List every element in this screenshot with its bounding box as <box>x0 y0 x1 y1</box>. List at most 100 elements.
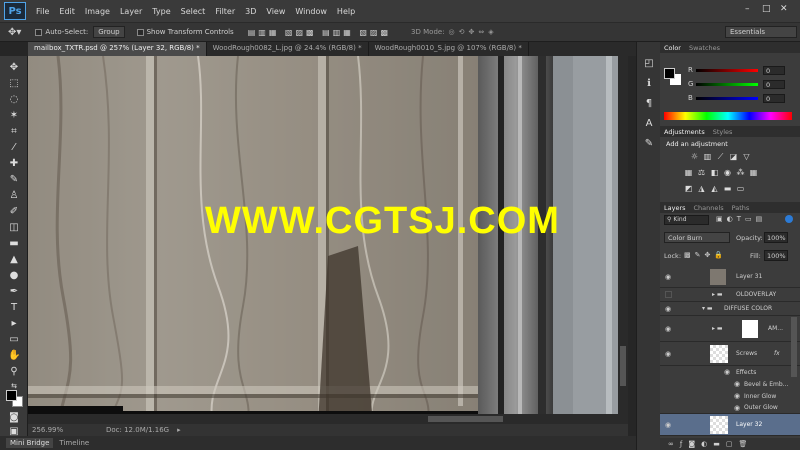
move-tool-icon[interactable]: ✥▾ <box>8 27 21 38</box>
black-white-icon[interactable]: ◧ <box>710 168 719 177</box>
tab-timeline[interactable]: Timeline <box>59 439 89 447</box>
posterize-icon[interactable]: ◮ <box>697 184 706 193</box>
hue-saturation-icon[interactable]: ▦ <box>684 168 693 177</box>
minimize-button[interactable]: – <box>745 4 750 14</box>
new-layer-icon[interactable]: ▢ <box>726 440 739 448</box>
tab-swatches[interactable]: Swatches <box>689 44 720 52</box>
align-icons[interactable]: ▤▥▦ ▧▨▩ ▤▥▦ ▧▨▩ <box>248 28 391 37</box>
magic-wand-tool-icon[interactable]: ✶ <box>8 110 20 122</box>
effect-eye-icon[interactable]: ◉ <box>734 404 740 412</box>
3d-mode-icons[interactable]: ◎⟲✥⇔◈ <box>449 28 498 36</box>
move-tool-icon[interactable]: ✥ <box>8 62 20 74</box>
b-slider[interactable] <box>696 97 758 100</box>
threshold-icon[interactable]: ◭ <box>710 184 719 193</box>
filter-icons[interactable]: ▣◐T▭▤ <box>716 215 766 223</box>
layer-row-screws[interactable]: ◉ Screws fx <box>660 342 800 366</box>
lasso-tool-icon[interactable]: ◌ <box>8 94 20 106</box>
tab-styles[interactable]: Styles <box>713 128 733 136</box>
tab-layers[interactable]: Layers <box>664 204 686 212</box>
layer-row-layer-32[interactable]: ◉ Layer 32 <box>660 414 800 436</box>
color-balance-icon[interactable]: ⚖ <box>697 168 706 177</box>
color-fg-swatch[interactable] <box>664 68 675 79</box>
new-adjustment-icon[interactable]: ◐ <box>701 440 713 448</box>
fx-badge[interactable]: fx <box>774 350 780 357</box>
opacity-value[interactable]: 100% <box>764 232 788 243</box>
b-value[interactable]: 0 <box>763 94 785 103</box>
effect-eye-icon[interactable]: ◉ <box>734 392 740 400</box>
curves-icon[interactable]: ⟋ <box>716 152 725 161</box>
dodge-tool-icon[interactable]: ● <box>8 270 20 282</box>
effect-outer-glow-row[interactable]: ◉ Outer Glow <box>660 402 800 414</box>
tab-channels[interactable]: Channels <box>694 204 724 212</box>
workspace-dropdown[interactable]: Essentials <box>725 26 797 38</box>
layer-row-layer-31[interactable]: ◉ Layer 31 <box>660 266 800 288</box>
menu-view[interactable]: View <box>266 7 285 16</box>
layer-row-diffuse-color[interactable]: ◉ ▾ ▬ DIFFUSE COLOR <box>660 302 800 316</box>
brightness-icon[interactable]: ☼ <box>690 152 699 161</box>
hand-tool-icon[interactable]: ✋ <box>8 350 20 362</box>
exposure-icon[interactable]: ◪ <box>729 152 738 161</box>
tab-paths[interactable]: Paths <box>732 204 750 212</box>
layer-row-oldoverlay[interactable]: ▸ ▬ OLDOVERLAY <box>660 288 800 302</box>
horizontal-scroll-thumb[interactable] <box>428 416 503 422</box>
filter-toggle[interactable] <box>785 215 793 223</box>
selective-color-icon[interactable]: ▬ <box>723 184 732 193</box>
tab-adjustments[interactable]: Adjustments <box>664 128 705 136</box>
visibility-eye-icon[interactable]: ◉ <box>665 350 671 358</box>
visibility-eye-icon[interactable]: ◉ <box>665 273 671 281</box>
fill-value[interactable]: 100% <box>764 250 788 261</box>
visibility-eye-icon[interactable]: ◉ <box>665 325 671 333</box>
maximize-button[interactable]: □ <box>762 4 771 14</box>
channel-mixer-icon[interactable]: ⁂ <box>736 168 745 177</box>
close-button[interactable]: ✕ <box>780 4 788 14</box>
marquee-tool-icon[interactable]: ⬚ <box>8 78 20 90</box>
blur-tool-icon[interactable]: ▲ <box>8 254 20 266</box>
visibility-eye-icon[interactable]: ◉ <box>665 421 671 429</box>
stamp-tool-icon[interactable]: ♙ <box>8 190 20 202</box>
invert-icon[interactable]: ◩ <box>684 184 693 193</box>
zoom-level[interactable]: 256.99% <box>32 426 72 434</box>
r-value[interactable]: 0 <box>763 66 785 75</box>
effect-bevel-row[interactable]: ◉ Bevel & Emb... <box>660 378 800 390</box>
layer-row-am[interactable]: ◉ ▸ ▬ AM... <box>660 316 800 342</box>
menu-edit[interactable]: Edit <box>59 7 75 16</box>
history-panel-icon[interactable]: ◰ <box>643 58 655 70</box>
vibrance-icon[interactable]: ▽ <box>742 152 751 161</box>
g-slider[interactable] <box>696 83 758 86</box>
menu-help[interactable]: Help <box>337 7 355 16</box>
g-value[interactable]: 0 <box>763 80 785 89</box>
paragraph-panel-icon[interactable]: ¶ <box>643 98 655 110</box>
add-mask-icon[interactable]: ◙ <box>688 440 701 448</box>
effect-inner-glow-row[interactable]: ◉ Inner Glow <box>660 390 800 402</box>
horizontal-scrollbar[interactable] <box>28 414 628 424</box>
history-brush-tool-icon[interactable]: ✐ <box>8 206 20 218</box>
photo-filter-icon[interactable]: ◉ <box>723 168 732 177</box>
layers-scrollbar[interactable] <box>791 317 797 377</box>
eyedropper-tool-icon[interactable]: ⁄ <box>8 142 20 154</box>
properties-panel-icon[interactable]: ℹ <box>643 78 655 90</box>
auto-select-checkbox[interactable] <box>35 28 43 36</box>
gradient-tool-icon[interactable]: ▬ <box>8 238 20 250</box>
doc-tab-woodrough0010[interactable]: WoodRough0010_S.jpg @ 107% (RGB/8) * <box>369 42 529 56</box>
menu-layer[interactable]: Layer <box>120 7 142 16</box>
blend-mode-dropdown[interactable]: Color Burn <box>664 232 730 243</box>
brush-tool-icon[interactable]: ✎ <box>8 174 20 186</box>
menu-window[interactable]: Window <box>295 7 327 16</box>
effects-row[interactable]: ◉ Effects <box>660 366 800 378</box>
auto-select-dropdown[interactable]: Group <box>93 26 125 38</box>
doc-tab-woodrough0082[interactable]: WoodRough0082_L.jpg @ 24.4% (RGB/8) * <box>207 42 369 56</box>
delete-layer-icon[interactable]: 🗑 <box>738 440 753 448</box>
zoom-tool-icon[interactable]: ⚲ <box>8 366 20 378</box>
character-panel-icon[interactable]: A <box>643 118 655 130</box>
link-layers-icon[interactable]: ∞ <box>668 440 680 448</box>
effect-eye-icon[interactable]: ◉ <box>734 380 740 388</box>
menu-select[interactable]: Select <box>181 7 206 16</box>
document-canvas[interactable]: WWW.CGTSJ.COM <box>28 56 628 424</box>
visibility-off-box[interactable] <box>665 291 672 298</box>
healing-brush-tool-icon[interactable]: ✚ <box>8 158 20 170</box>
quick-mask-icon[interactable]: ◙ <box>8 412 20 424</box>
tab-color[interactable]: Color <box>664 44 681 52</box>
gradient-map-icon[interactable]: ▭ <box>736 184 745 193</box>
rectangle-tool-icon[interactable]: ▭ <box>8 334 20 346</box>
vertical-scroll-thumb[interactable] <box>620 346 626 386</box>
